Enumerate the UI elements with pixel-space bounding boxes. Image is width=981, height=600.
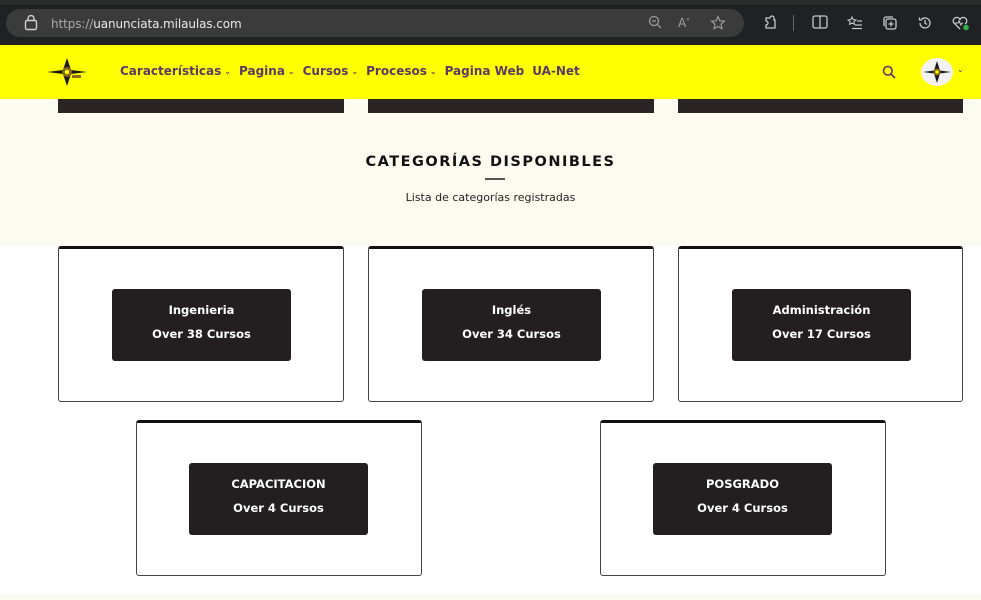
section-title: CATEGORÍAS DISPONIBLES — [365, 154, 616, 170]
url-text[interactable]: https://uanunciata.milaulas.com — [51, 17, 242, 31]
category-button-ingenieria[interactable]: Ingenieria Over 38 Cursos — [112, 289, 291, 361]
user-avatar[interactable] — [920, 57, 954, 87]
read-aloud-icon[interactable]: A» — [675, 13, 695, 33]
browser-essentials-icon[interactable] — [950, 13, 970, 33]
nav-cursos-label: Cursos — [302, 64, 349, 78]
categories-section-header: CATEGORÍAS DISPONIBLES Lista de categorí… — [0, 99, 981, 246]
title-divider — [485, 178, 505, 180]
history-icon[interactable] — [915, 13, 935, 33]
category-card-posgrado: POSGRADO Over 4 Cursos — [600, 420, 886, 576]
nav-cursos[interactable]: Cursos ⌄ — [303, 64, 359, 78]
chevron-down-icon: ⌄ — [429, 66, 437, 76]
svg-text:»: » — [686, 16, 690, 23]
tab-strip-edge — [0, 0, 981, 5]
nav-pagina-web-label: Pagina Web — [444, 64, 525, 78]
nav-caracteristicas-label: Características — [120, 64, 222, 78]
favorite-star-icon[interactable] — [708, 13, 728, 33]
category-button-capacitacion[interactable]: CAPACITACION Over 4 Cursos — [189, 463, 368, 535]
nav-pagina-web[interactable]: Pagina Web — [445, 64, 525, 78]
extensions-icon[interactable] — [760, 13, 780, 33]
category-name: Administración — [772, 303, 871, 317]
category-button-ingles[interactable]: Inglés Over 34 Cursos — [422, 289, 601, 361]
category-name: POSGRADO — [705, 477, 779, 491]
category-count: Over 38 Cursos — [152, 327, 251, 341]
category-name: Inglés — [491, 303, 532, 317]
slider-image[interactable] — [368, 99, 654, 113]
nav-pagina-label: Pagina — [239, 64, 285, 78]
section-subtitle: Lista de categorías registradas — [405, 191, 576, 204]
split-screen-icon[interactable] — [810, 13, 830, 33]
nav-ua-net-label: UA-Net — [532, 64, 580, 78]
nav-ua-net[interactable]: UA-Net — [532, 64, 580, 78]
category-button-posgrado[interactable]: POSGRADO Over 4 Cursos — [653, 463, 832, 535]
category-card-ingenieria: Ingenieria Over 38 Cursos — [58, 246, 344, 402]
category-count: Over 4 Cursos — [697, 501, 788, 515]
category-card-ingles: Inglés Over 34 Cursos — [368, 246, 654, 402]
chevron-down-icon: ⌄ — [351, 66, 359, 76]
site-header: Características ⌄ Pagina ⌄ Cursos ⌄ Proceso… — [0, 45, 981, 99]
site-logo[interactable] — [45, 56, 89, 88]
category-count: Over 17 Cursos — [772, 327, 871, 341]
zoom-icon[interactable] — [645, 13, 665, 33]
nav-procesos[interactable]: Procesos ⌄ — [366, 64, 436, 78]
browser-toolbar: https://uanunciata.milaulas.com A» — [0, 0, 981, 45]
main-nav: Características ⌄ Pagina ⌄ Cursos ⌄ Proceso… — [120, 64, 580, 78]
nav-pagina[interactable]: Pagina ⌄ — [239, 64, 295, 78]
category-card-administracion: Administración Over 17 Cursos — [678, 246, 963, 402]
toolbar-separator — [793, 15, 794, 31]
site-info-icon[interactable] — [24, 15, 38, 31]
category-name: CAPACITACION — [231, 477, 326, 491]
slider-image[interactable] — [678, 99, 963, 113]
chevron-down-icon: ⌄ — [224, 66, 231, 76]
slider-image[interactable] — [58, 99, 344, 113]
category-name: Ingenieria — [168, 303, 235, 317]
category-count: Over 34 Cursos — [462, 327, 561, 341]
category-button-administracion[interactable]: Administración Over 17 Cursos — [732, 289, 911, 361]
search-icon[interactable] — [882, 65, 896, 79]
url-protocol: https:// — [51, 17, 94, 31]
footer-strip — [0, 594, 981, 600]
url-host: uanunciata.milaulas.com — [93, 17, 242, 31]
chevron-down-icon[interactable]: ⌄ — [957, 65, 964, 74]
category-count: Over 4 Cursos — [233, 501, 324, 515]
category-card-capacitacion: CAPACITACION Over 4 Cursos — [136, 420, 422, 576]
nav-procesos-label: Procesos — [366, 64, 427, 78]
favorites-list-icon[interactable] — [845, 13, 865, 33]
nav-caracteristicas[interactable]: Características ⌄ — [120, 64, 231, 78]
chevron-down-icon: ⌄ — [287, 66, 295, 76]
collections-icon[interactable] — [880, 13, 900, 33]
